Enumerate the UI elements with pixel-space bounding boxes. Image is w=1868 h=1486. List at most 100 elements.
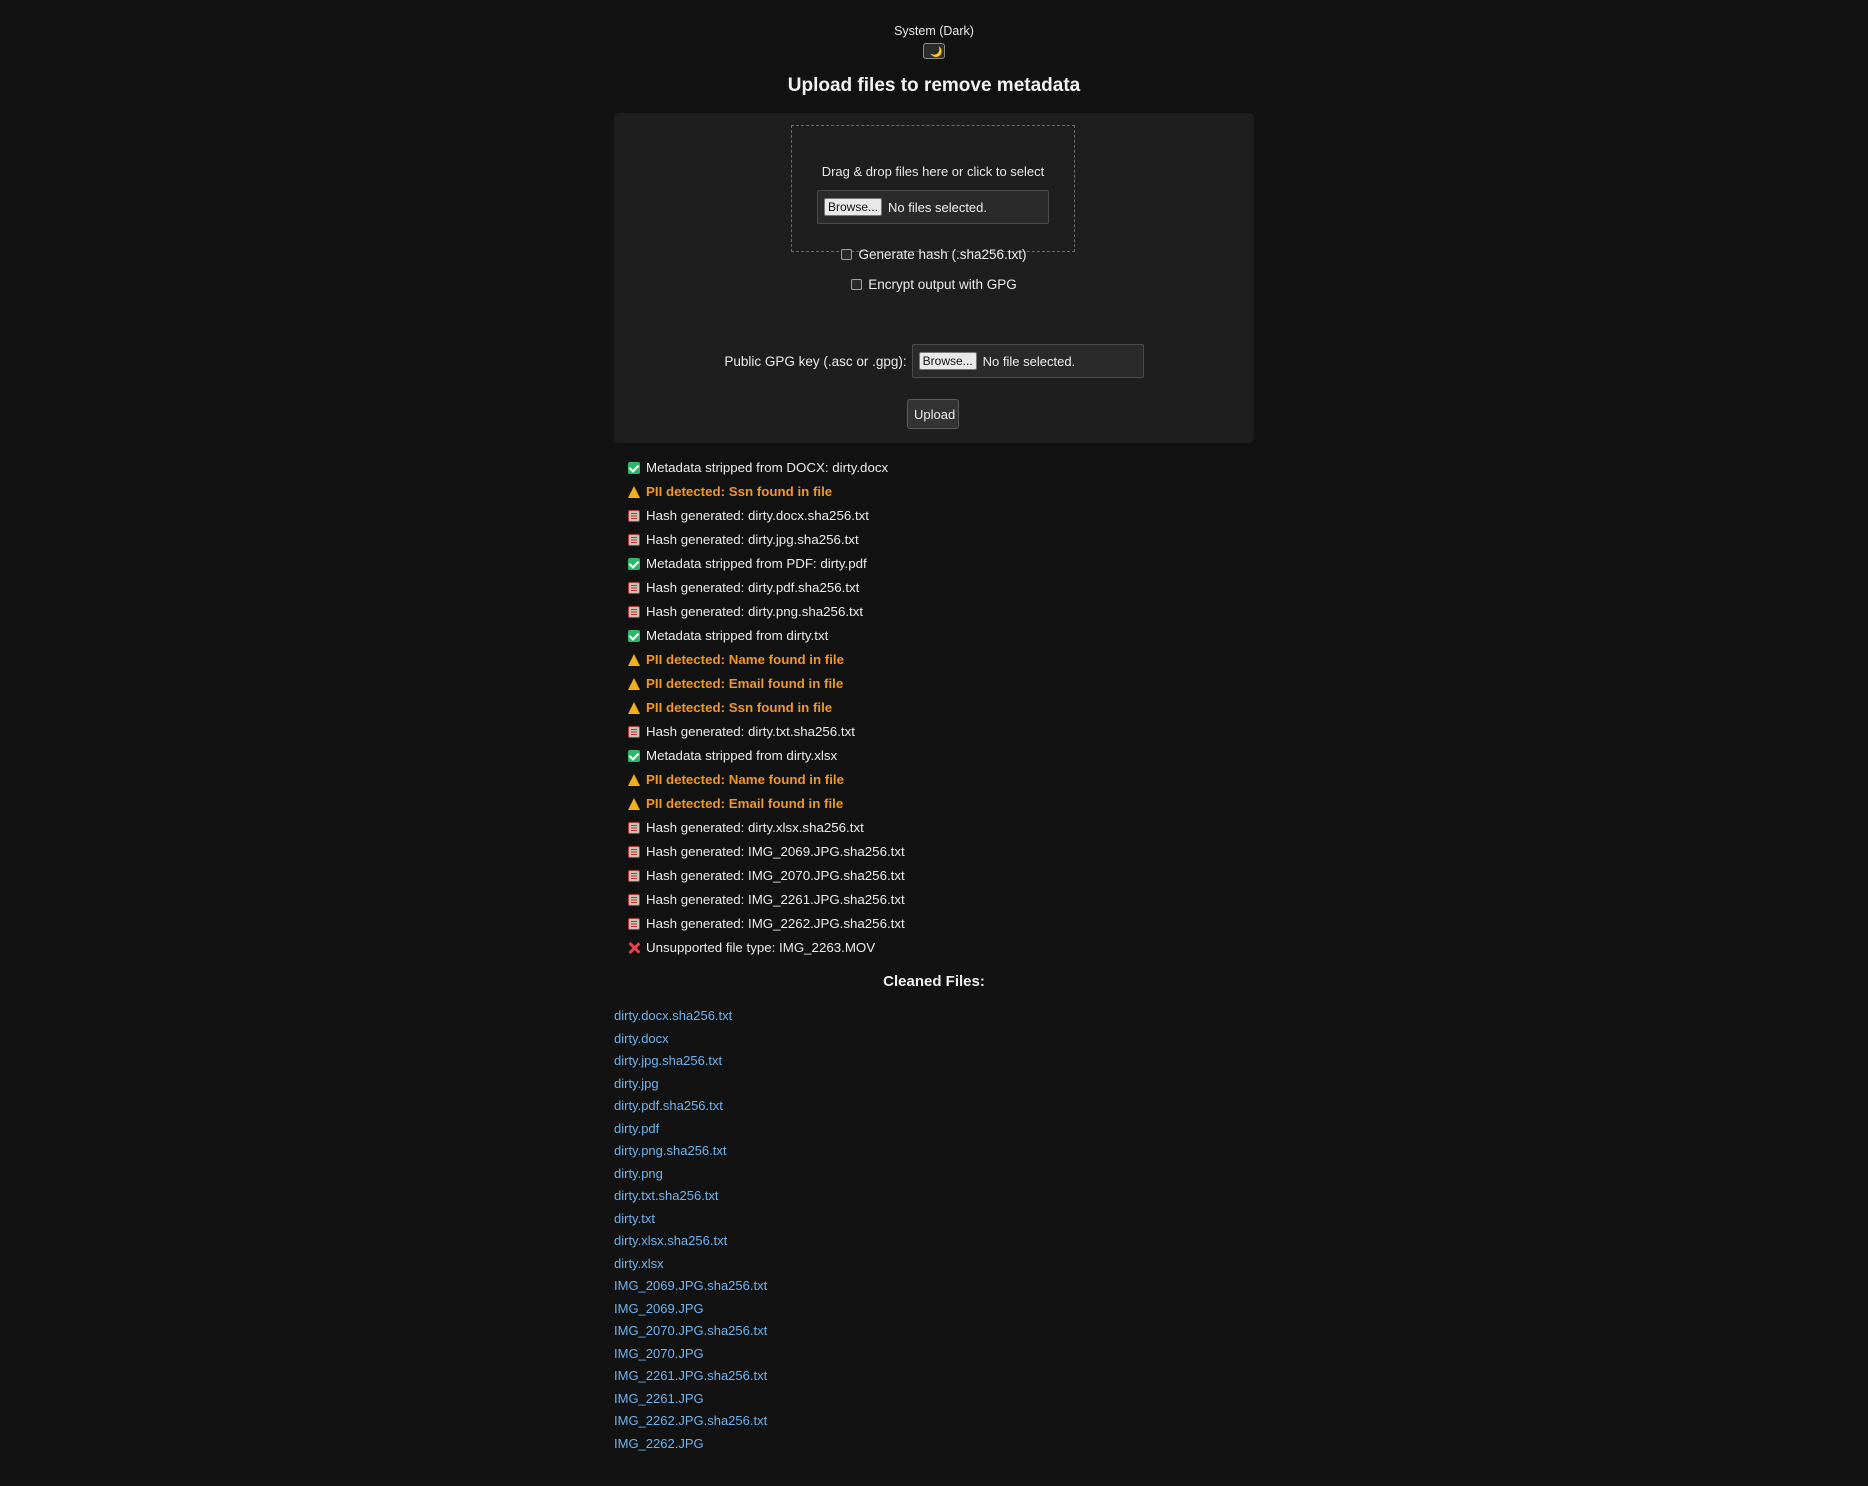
generate-hash-checkbox[interactable] [841, 249, 853, 260]
log-entry-text: Metadata stripped from dirty.txt [646, 628, 829, 643]
cleaned-file-item: dirty.png [614, 1163, 1254, 1186]
cleaned-file-item: dirty.xlsx [614, 1253, 1254, 1276]
gpg-key-row: Public GPG key (.asc or .gpg): Browse...… [614, 344, 1254, 378]
theme-switcher: System (Dark) 🌙 [614, 0, 1254, 59]
cleaned-file-link[interactable]: IMG_2261.JPG [614, 1391, 704, 1406]
cleaned-file-item: dirty.jpg [614, 1073, 1254, 1096]
dropzone[interactable]: Drag & drop files here or click to selec… [791, 125, 1075, 252]
cleaned-files-list: dirty.docx.sha256.txt dirty.docx dirty.jpg… [614, 1005, 1254, 1455]
log-entry-text: Hash generated: dirty.jpg.sha256.txt [646, 532, 859, 547]
cleaned-file-link[interactable]: dirty.png.sha256.txt [614, 1143, 727, 1158]
cleaned-file-link[interactable]: dirty.docx.sha256.txt [614, 1008, 732, 1023]
cross-icon [628, 942, 640, 954]
cleaned-file-item: dirty.docx [614, 1028, 1254, 1051]
log-entry-text: Metadata stripped from DOCX: dirty.docx [646, 460, 889, 475]
check-icon [628, 750, 640, 762]
files-status: No files selected. [888, 199, 988, 215]
log-entry-text: Unsupported file type: IMG_2263.MOV [646, 940, 876, 955]
log-entry-text: PII detected: Email found in file [646, 676, 844, 691]
log-entry: Metadata stripped from PDF: dirty.pdf [628, 552, 1254, 576]
hash-icon [628, 894, 640, 906]
cleaned-file-item: IMG_2262.JPG.sha256.txt [614, 1410, 1254, 1433]
log-entry: Hash generated: dirty.png.sha256.txt [628, 600, 1254, 624]
cleaned-file-link[interactable]: dirty.docx [614, 1031, 669, 1046]
cleaned-file-item: dirty.png.sha256.txt [614, 1140, 1254, 1163]
log-entry: Metadata stripped from dirty.xlsx [628, 744, 1254, 768]
generate-hash-option[interactable]: Generate hash (.sha256.txt) [614, 247, 1254, 262]
browse-files-button[interactable]: Browse... [824, 198, 883, 216]
cleaned-file-link[interactable]: IMG_2070.JPG [614, 1346, 704, 1361]
log-entry-text: Hash generated: dirty.txt.sha256.txt [646, 724, 855, 739]
log-entry: Hash generated: dirty.xlsx.sha256.txt [628, 816, 1254, 840]
cleaned-file-link[interactable]: IMG_2070.JPG.sha256.txt [614, 1323, 767, 1338]
log-entry: PII detected: Ssn found in file [628, 696, 1254, 720]
log-entry-text: PII detected: Name found in file [646, 772, 844, 787]
result-log: Metadata stripped from DOCX: dirty.docx P… [628, 456, 1254, 960]
cleaned-file-link[interactable]: dirty.txt.sha256.txt [614, 1188, 719, 1203]
cleaned-file-item: dirty.xlsx.sha256.txt [614, 1230, 1254, 1253]
log-entry: PII detected: Ssn found in file [628, 480, 1254, 504]
log-entry: Hash generated: dirty.jpg.sha256.txt [628, 528, 1254, 552]
log-entry: Hash generated: IMG_2069.JPG.sha256.txt [628, 840, 1254, 864]
hash-icon [628, 582, 640, 594]
log-entry-text: PII detected: Name found in file [646, 652, 844, 667]
moon-icon[interactable]: 🌙 [923, 43, 945, 59]
cleaned-file-link[interactable]: dirty.png [614, 1166, 663, 1181]
cleaned-files-heading: Cleaned Files: [883, 973, 985, 990]
cleaned-file-item: IMG_2069.JPG.sha256.txt [614, 1275, 1254, 1298]
cleaned-file-link[interactable]: IMG_2261.JPG.sha256.txt [614, 1368, 767, 1383]
hash-icon [628, 846, 640, 858]
cleaned-file-link[interactable]: dirty.pdf.sha256.txt [614, 1098, 723, 1113]
hash-icon [628, 726, 640, 738]
check-icon [628, 630, 640, 642]
cleaned-file-item: IMG_2070.JPG [614, 1343, 1254, 1366]
hash-icon [628, 870, 640, 882]
cleaned-file-link[interactable]: dirty.jpg [614, 1076, 659, 1091]
log-entry: Unsupported file type: IMG_2263.MOV [628, 936, 1254, 960]
encrypt-gpg-option[interactable]: Encrypt output with GPG [614, 277, 1254, 292]
gpg-key-input[interactable]: Browse... No file selected. [911, 344, 1144, 378]
cleaned-file-item: IMG_2261.JPG.sha256.txt [614, 1365, 1254, 1388]
hash-icon [628, 510, 640, 522]
encrypt-gpg-label: Encrypt output with GPG [868, 277, 1017, 292]
cleaned-file-link[interactable]: IMG_2069.JPG.sha256.txt [614, 1278, 767, 1293]
encrypt-gpg-checkbox[interactable] [851, 279, 863, 290]
gpg-key-label: Public GPG key (.asc or .gpg): [724, 353, 907, 369]
cleaned-file-link[interactable]: dirty.pdf [614, 1121, 659, 1136]
log-entry: PII detected: Name found in file [628, 768, 1254, 792]
cleaned-file-link[interactable]: IMG_2262.JPG.sha256.txt [614, 1413, 767, 1428]
log-entry: PII detected: Name found in file [628, 648, 1254, 672]
cleaned-file-item: dirty.docx.sha256.txt [614, 1005, 1254, 1028]
warning-icon [628, 678, 640, 690]
cleaned-file-link[interactable]: dirty.jpg.sha256.txt [614, 1053, 722, 1068]
log-entry-text: PII detected: Email found in file [646, 796, 844, 811]
log-entry-text: Metadata stripped from PDF: dirty.pdf [646, 556, 867, 571]
log-entry-text: PII detected: Ssn found in file [646, 700, 833, 715]
log-entry-text: Hash generated: IMG_2069.JPG.sha256.txt [646, 844, 905, 859]
warning-icon [628, 774, 640, 786]
cleaned-file-link[interactable]: IMG_2069.JPG [614, 1301, 704, 1316]
cleaned-file-link[interactable]: dirty.xlsx.sha256.txt [614, 1233, 727, 1248]
log-entry: Metadata stripped from dirty.txt [628, 624, 1254, 648]
cleaned-file-link[interactable]: dirty.txt [614, 1211, 655, 1226]
cleaned-file-link[interactable]: IMG_2262.JPG [614, 1436, 704, 1451]
hash-icon [628, 606, 640, 618]
warning-icon [628, 486, 640, 498]
hash-icon [628, 822, 640, 834]
log-entry: PII detected: Email found in file [628, 672, 1254, 696]
gpg-key-status: No file selected. [982, 353, 1076, 369]
log-entry: Hash generated: IMG_2070.JPG.sha256.txt [628, 864, 1254, 888]
upload-button[interactable]: Upload [907, 399, 959, 429]
cleaned-file-item: IMG_2261.JPG [614, 1388, 1254, 1411]
browse-gpg-key-button[interactable]: Browse... [918, 352, 977, 370]
files-input[interactable]: Browse... No files selected. [817, 190, 1049, 224]
cleaned-file-item: dirty.txt [614, 1208, 1254, 1231]
cleaned-file-item: IMG_2069.JPG [614, 1298, 1254, 1321]
warning-icon [628, 654, 640, 666]
generate-hash-label: Generate hash (.sha256.txt) [858, 247, 1027, 262]
cleaned-file-link[interactable]: dirty.xlsx [614, 1256, 664, 1271]
log-entry-text: PII detected: Ssn found in file [646, 484, 833, 499]
dropzone-text: Drag & drop files here or click to selec… [821, 164, 1045, 179]
cleaned-file-item: IMG_2262.JPG [614, 1433, 1254, 1456]
cleaned-file-item: IMG_2070.JPG.sha256.txt [614, 1320, 1254, 1343]
